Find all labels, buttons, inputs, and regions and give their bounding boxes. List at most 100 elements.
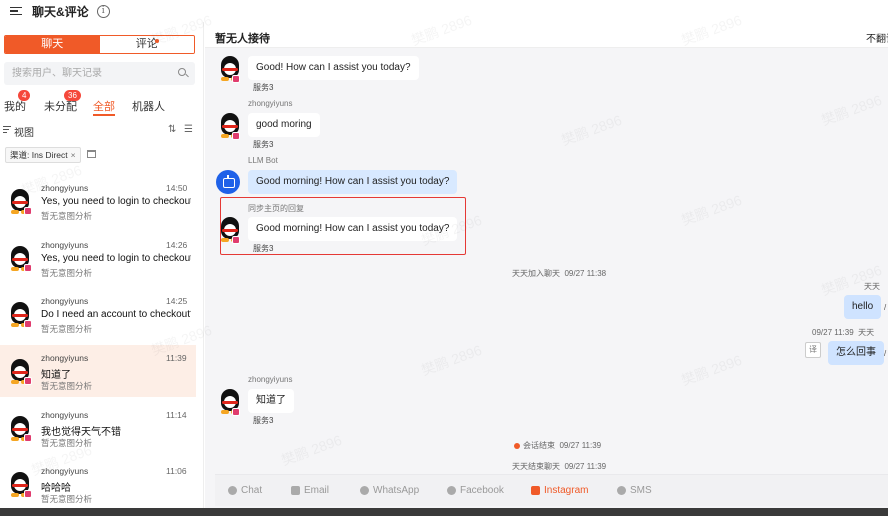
store-icon[interactable]: [87, 150, 96, 158]
own-message-bubble: 怎么回事: [828, 341, 884, 365]
channel-chat[interactable]: Chat: [228, 485, 262, 496]
list-icon: [3, 126, 11, 135]
conversation-item[interactable]: zhongyiyuns 14:25 Do I need an account t…: [0, 288, 196, 340]
instagram-icon: [24, 377, 32, 385]
avatar-edge: /: [884, 303, 887, 312]
conversation-item-selected[interactable]: zhongyiyuns 11:39 知道了 暂无意图分析: [0, 345, 196, 397]
chat-title: 暂无人接待: [215, 33, 270, 45]
channel-bar: Chat Email WhatsApp Facebook Instagram S…: [215, 474, 888, 506]
intent-analysis: 暂无意图分析: [41, 381, 93, 391]
instagram-icon: [24, 490, 32, 498]
conversation-preview: Yes, you need to login to checkout: [41, 196, 191, 207]
conversation-item[interactable]: zhongyiyuns 14:26 Yes, you need to login…: [0, 232, 196, 284]
penguin-avatar: [8, 359, 32, 385]
message-bubble: Good! How can I assist you today?: [248, 56, 419, 80]
penguin-avatar: [218, 389, 242, 416]
channel-facebook[interactable]: Facebook: [447, 485, 504, 496]
sender-name: 天天: [864, 282, 880, 291]
search-input[interactable]: [4, 62, 195, 85]
conversation-time: 11:14: [166, 410, 187, 420]
own-message-bubble: hello: [844, 295, 882, 319]
conversation-item[interactable]: zhongyiyuns 14:50 Yes, you need to login…: [0, 175, 196, 227]
chat-header: 暂无人接待 不翻译: [205, 22, 888, 48]
instagram-icon: [232, 132, 240, 140]
agent-tag: 服务3: [253, 244, 274, 253]
unread-dot: [155, 39, 159, 43]
agent-tag: 服务3: [253, 416, 274, 425]
agent-tag: 服务3: [253, 140, 274, 149]
conversation-name: zhongyiyuns: [41, 410, 89, 420]
conversation-item[interactable]: zhongyiyuns 11:14 我也觉得天气不错 暂无意图分析: [0, 402, 196, 454]
bot-message-bubble: Good morning! How can I assist you today…: [248, 170, 458, 194]
tab-mine-badge: 4: [18, 90, 31, 101]
system-notice-time: 09/27 11:39: [559, 441, 602, 450]
conversation-name: zhongyiyuns: [41, 353, 89, 363]
message-meta: 09/27 11:39 天天: [812, 327, 874, 338]
channel-sms[interactable]: SMS: [617, 485, 652, 496]
translate-toggle[interactable]: 不翻译: [866, 30, 888, 45]
menu-icon[interactable]: [10, 6, 22, 16]
whatsapp-icon: [360, 486, 369, 495]
channel-email[interactable]: Email: [291, 485, 329, 496]
tab-all[interactable]: 全部: [93, 98, 115, 116]
channel-label: SMS: [630, 485, 652, 496]
sender-name: zhongyiyuns: [248, 375, 293, 384]
conversation-time: 11:06: [166, 466, 187, 476]
system-notice: 会话结束 09/27 11:39: [514, 440, 601, 451]
system-notice: 天天结束聊天 09/27 11:39: [512, 461, 606, 472]
instagram-icon: [24, 207, 32, 215]
view-label[interactable]: 视图: [14, 124, 34, 139]
chip-label: 渠道: Ins Direct: [10, 150, 68, 160]
sender-name: LLM Bot: [248, 156, 278, 165]
bottom-strip: [0, 508, 888, 516]
channel-label: Facebook: [460, 485, 504, 496]
app-title: 聊天&评论: [32, 4, 89, 19]
conversation-item[interactable]: zhongyiyuns 11:06 哈哈哈 暂无意图分析: [0, 458, 196, 510]
instagram-icon: [232, 236, 240, 244]
instagram-icon: [232, 408, 240, 416]
conversation-name: zhongyiyuns: [41, 466, 89, 476]
end-dot-icon: [514, 442, 520, 449]
chat-area: [205, 22, 888, 508]
info-icon[interactable]: i: [96, 4, 110, 18]
conversation-panel: 聊天 评论 我的 4 未分配 36 全部 机器人 视图 ⇅ ☰ 渠道: Ins …: [0, 22, 204, 508]
conversation-preview: 我也觉得天气不错: [41, 427, 121, 438]
channel-whatsapp[interactable]: WhatsApp: [360, 485, 419, 496]
channel-instagram[interactable]: Instagram: [531, 485, 588, 496]
penguin-avatar: [8, 416, 32, 442]
tab-bots[interactable]: 机器人: [132, 98, 165, 114]
sender-name: zhongyiyuns: [248, 99, 293, 108]
conversation-preview: Yes, you need to login to checkout: [41, 253, 191, 264]
channel-filter-chip[interactable]: 渠道: Ins Direct ×: [5, 147, 81, 163]
channel-label: Email: [304, 485, 330, 496]
instagram-icon: [531, 486, 540, 495]
penguin-avatar: [8, 246, 32, 272]
system-notice-time: 09/27 11:38: [564, 269, 607, 278]
chat-icon: [228, 486, 237, 495]
message-time: 09/27 11:39: [812, 328, 854, 337]
search-icon[interactable]: [178, 68, 186, 76]
instagram-icon: [232, 75, 240, 83]
agent-tag: 服务3: [253, 83, 274, 92]
close-icon[interactable]: ×: [71, 150, 76, 160]
tab-unassigned-badge: 36: [64, 90, 81, 101]
system-notice-time: 09/27 11:39: [564, 462, 607, 471]
intent-analysis: 暂无意图分析: [41, 268, 93, 278]
conversation-name: zhongyiyuns: [41, 296, 89, 306]
segment-chat[interactable]: 聊天: [5, 36, 100, 53]
conversation-preview: 哈哈哈: [41, 483, 71, 494]
channel-label: WhatsApp: [373, 485, 420, 496]
sort-icon[interactable]: ⇅: [168, 124, 176, 135]
sms-icon: [617, 486, 626, 495]
segment-comments[interactable]: 评论: [99, 36, 194, 53]
instagram-icon: [24, 434, 32, 442]
penguin-avatar: [218, 56, 242, 83]
translate-icon[interactable]: 译: [805, 342, 821, 358]
intent-analysis: 暂无意图分析: [41, 494, 93, 504]
filter-icon[interactable]: ☰: [184, 124, 193, 135]
sender-name: 同步主页的回复: [248, 204, 304, 213]
system-notice-text: 天天结束聊天: [512, 462, 560, 471]
penguin-avatar: [8, 472, 32, 498]
channel-label: Instagram: [544, 485, 589, 496]
intent-analysis: 暂无意图分析: [41, 211, 93, 221]
